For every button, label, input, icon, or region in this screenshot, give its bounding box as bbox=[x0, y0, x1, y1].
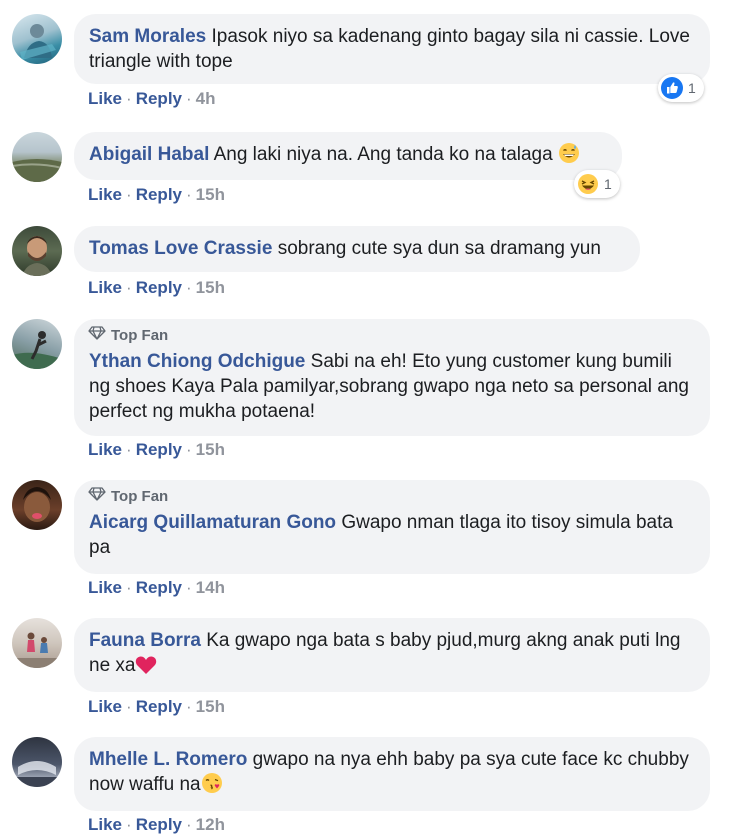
comment-author[interactable]: Abigail Habal bbox=[89, 144, 209, 165]
comment-timestamp[interactable]: 12h bbox=[196, 815, 225, 834]
avatar[interactable] bbox=[12, 14, 62, 64]
comment-bubble: Sam Morales Ipasok niyo sa kadenang gint… bbox=[74, 14, 710, 84]
like-link[interactable]: Like bbox=[88, 89, 122, 108]
comment-text: Ang laki niya na. Ang tanda ko na talaga bbox=[213, 144, 553, 165]
comment-timestamp[interactable]: 4h bbox=[196, 89, 216, 108]
comment-author[interactable]: Sam Morales bbox=[89, 26, 206, 47]
top-fan-badge: Top Fan bbox=[88, 487, 694, 506]
comment-actions: Like · Reply · 15h bbox=[88, 278, 225, 297]
like-link[interactable]: Like bbox=[88, 185, 122, 204]
reaction-count[interactable]: 1 bbox=[574, 170, 620, 198]
reply-link[interactable]: Reply bbox=[136, 185, 182, 204]
comment-timestamp[interactable]: 15h bbox=[196, 697, 225, 716]
reply-link[interactable]: Reply bbox=[136, 440, 182, 459]
comment-bubble: Top Fan Aicarg Quillamaturan Gono Gwapo … bbox=[74, 480, 710, 574]
reaction-count-value: 1 bbox=[604, 176, 612, 192]
red-heart-emoji bbox=[135, 655, 157, 676]
top-fan-label: Top Fan bbox=[111, 326, 169, 344]
comment-bubble: Mhelle L. Romero gwapo na nya ehh baby p… bbox=[74, 737, 710, 811]
diamond-icon bbox=[88, 326, 106, 345]
comment-timestamp[interactable]: 15h bbox=[196, 440, 225, 459]
comment-actions: Like · Reply · 14h bbox=[88, 578, 225, 597]
comment-author[interactable]: Ythan Chiong Odchigue bbox=[89, 351, 305, 372]
comment-bubble: Tomas Love Crassie sobrang cute sya dun … bbox=[74, 226, 640, 272]
comment-actions: Like · Reply · 12h bbox=[88, 815, 225, 834]
reply-link[interactable]: Reply bbox=[136, 578, 182, 597]
comment-actions: Like · Reply · 4h bbox=[88, 89, 216, 108]
comment-timestamp[interactable]: 14h bbox=[196, 578, 225, 597]
comment-bubble: Fauna Borra Ka gwapo nga bata s baby pju… bbox=[74, 618, 710, 692]
like-link[interactable]: Like bbox=[88, 440, 122, 459]
grinning-sweat-emoji bbox=[558, 143, 580, 165]
like-link[interactable]: Like bbox=[88, 697, 122, 716]
avatar[interactable] bbox=[12, 319, 62, 369]
comment-author[interactable]: Mhelle L. Romero bbox=[89, 749, 247, 770]
avatar[interactable] bbox=[12, 226, 62, 276]
avatar[interactable] bbox=[12, 618, 62, 668]
avatar[interactable] bbox=[12, 132, 62, 182]
comment-author[interactable]: Aicarg Quillamaturan Gono bbox=[89, 512, 336, 533]
comment-actions: Like · Reply · 15h bbox=[88, 185, 225, 204]
comment-author[interactable]: Fauna Borra bbox=[89, 630, 201, 651]
comment-timestamp[interactable]: 15h bbox=[196, 185, 225, 204]
comment-author[interactable]: Tomas Love Crassie bbox=[89, 238, 272, 259]
like-icon bbox=[661, 77, 683, 99]
reply-link[interactable]: Reply bbox=[136, 278, 182, 297]
like-link[interactable]: Like bbox=[88, 815, 122, 834]
comment-actions: Like · Reply · 15h bbox=[88, 697, 225, 716]
reply-link[interactable]: Reply bbox=[136, 697, 182, 716]
diamond-icon bbox=[88, 487, 106, 506]
top-fan-label: Top Fan bbox=[111, 487, 169, 505]
like-link[interactable]: Like bbox=[88, 578, 122, 597]
comment-bubble: Top Fan Ythan Chiong Odchigue Sabi na eh… bbox=[74, 319, 710, 436]
avatar[interactable] bbox=[12, 737, 62, 787]
comment-text: sobrang cute sya dun sa dramang yun bbox=[277, 238, 601, 259]
face-blowing-kiss-emoji bbox=[201, 773, 223, 795]
reaction-count[interactable]: 1 bbox=[658, 74, 704, 102]
comment-timestamp[interactable]: 15h bbox=[196, 278, 225, 297]
comment-bubble: Abigail Habal Ang laki niya na. Ang tand… bbox=[74, 132, 622, 180]
comment-actions: Like · Reply · 15h bbox=[88, 440, 225, 459]
reply-link[interactable]: Reply bbox=[136, 815, 182, 834]
top-fan-badge: Top Fan bbox=[88, 326, 694, 345]
reaction-count-value: 1 bbox=[688, 80, 696, 96]
haha-icon bbox=[577, 173, 599, 195]
like-link[interactable]: Like bbox=[88, 278, 122, 297]
reply-link[interactable]: Reply bbox=[136, 89, 182, 108]
avatar[interactable] bbox=[12, 480, 62, 530]
